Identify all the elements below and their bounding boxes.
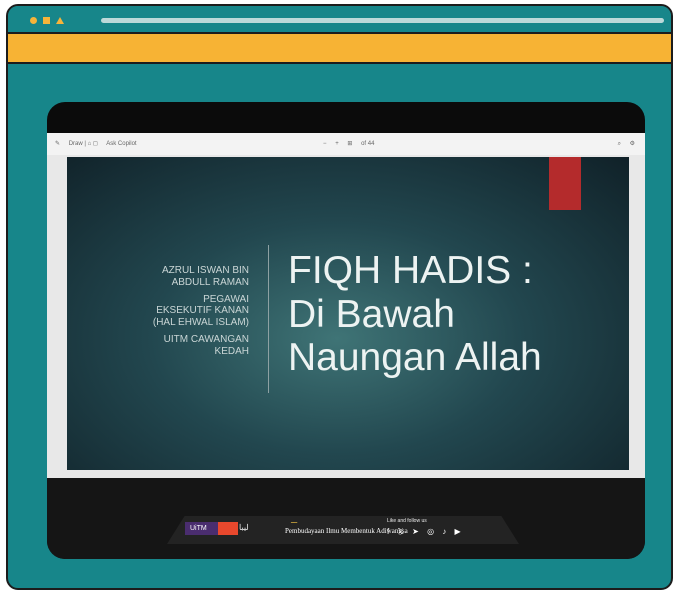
title-line-2: Di Bawah bbox=[288, 292, 455, 336]
slide-divider bbox=[268, 245, 269, 393]
arabic-motto: ليبا bbox=[239, 523, 249, 532]
video-footer: UiTM ليبا ـــ Pembudayaan Ilmu Membentuk… bbox=[47, 478, 645, 559]
zoom-out-icon[interactable]: − bbox=[323, 141, 327, 147]
slide-area: AZRUL ISWAN BIN ABDULL RAMAN PEGAWAI EKS… bbox=[47, 155, 645, 478]
presenter-info: AZRUL ISWAN BIN ABDULL RAMAN PEGAWAI EKS… bbox=[147, 265, 249, 363]
facebook-icon[interactable]: f bbox=[387, 527, 389, 536]
youtube-icon[interactable]: ▶ bbox=[455, 527, 461, 536]
settings-icon[interactable]: ⚙ bbox=[630, 141, 635, 147]
social-icons: f 𝕏 ➤ ◎ ♪ ▶ bbox=[387, 527, 467, 536]
draw-label[interactable]: Draw bbox=[69, 141, 83, 147]
title-line-1: FIQH HADIS : bbox=[288, 249, 533, 292]
instagram-icon[interactable]: ◎ bbox=[427, 527, 434, 536]
title-bar bbox=[8, 6, 671, 34]
search-icon[interactable]: ⌕ bbox=[618, 141, 621, 148]
presenter-name: AZRUL ISWAN BIN ABDULL RAMAN bbox=[161, 265, 249, 288]
title-placeholder-bar bbox=[101, 18, 664, 23]
window-dot-icon[interactable] bbox=[30, 17, 37, 24]
telegram-icon[interactable]: ➤ bbox=[412, 527, 419, 536]
window-triangle-icon[interactable] bbox=[56, 17, 64, 24]
viewer-toolbar: ✎ Draw | ⌂ ◻ Ask Copilot − + ⊞ of 44 ⌕ ⚙ bbox=[47, 133, 645, 155]
zoom-in-icon[interactable]: + bbox=[335, 141, 339, 147]
slide-red-accent bbox=[549, 157, 581, 210]
presentation-slide: AZRUL ISWAN BIN ABDULL RAMAN PEGAWAI EKS… bbox=[67, 157, 629, 470]
video-frame: ✎ Draw | ⌂ ◻ Ask Copilot − + ⊞ of 44 ⌕ ⚙… bbox=[47, 102, 645, 559]
presenter-branch: UITM CAWANGAN KEDAH bbox=[163, 333, 249, 357]
tiktok-icon[interactable]: ♪ bbox=[442, 527, 446, 536]
title-line-3: Naungan Allah bbox=[288, 336, 542, 380]
presenter-position: PEGAWAI EKSEKUTIF KANAN (HAL EHWAL ISLAM… bbox=[152, 293, 249, 329]
fit-page-icon[interactable]: ⊞ bbox=[347, 140, 352, 147]
window-square-icon[interactable] bbox=[43, 17, 50, 24]
toolbar-page-controls: − + ⊞ of 44 bbox=[323, 140, 374, 147]
app-window: ✎ Draw | ⌂ ◻ Ask Copilot − + ⊞ of 44 ⌕ ⚙… bbox=[6, 4, 673, 590]
toolbar-left-group: ✎ Draw | ⌂ ◻ Ask Copilot bbox=[55, 140, 137, 147]
toolbar-separator-icon: | ⌂ ◻ bbox=[84, 141, 98, 147]
draw-icon[interactable]: ✎ bbox=[55, 140, 60, 147]
gold-arabic-text: ـــ bbox=[291, 518, 298, 525]
uitm-badge-icon bbox=[218, 522, 238, 535]
slide-title: FIQH HADIS : Di Bawah Naungan Allah bbox=[288, 249, 608, 380]
page-count: of 44 bbox=[361, 141, 375, 147]
x-icon[interactable]: 𝕏 bbox=[397, 527, 403, 536]
follow-text: Like and follow us bbox=[387, 518, 427, 524]
orange-header-bar bbox=[8, 34, 671, 64]
toolbar-right-group: ⌕ ⚙ bbox=[618, 140, 635, 148]
ask-copilot-button[interactable]: Ask Copilot bbox=[106, 141, 136, 147]
